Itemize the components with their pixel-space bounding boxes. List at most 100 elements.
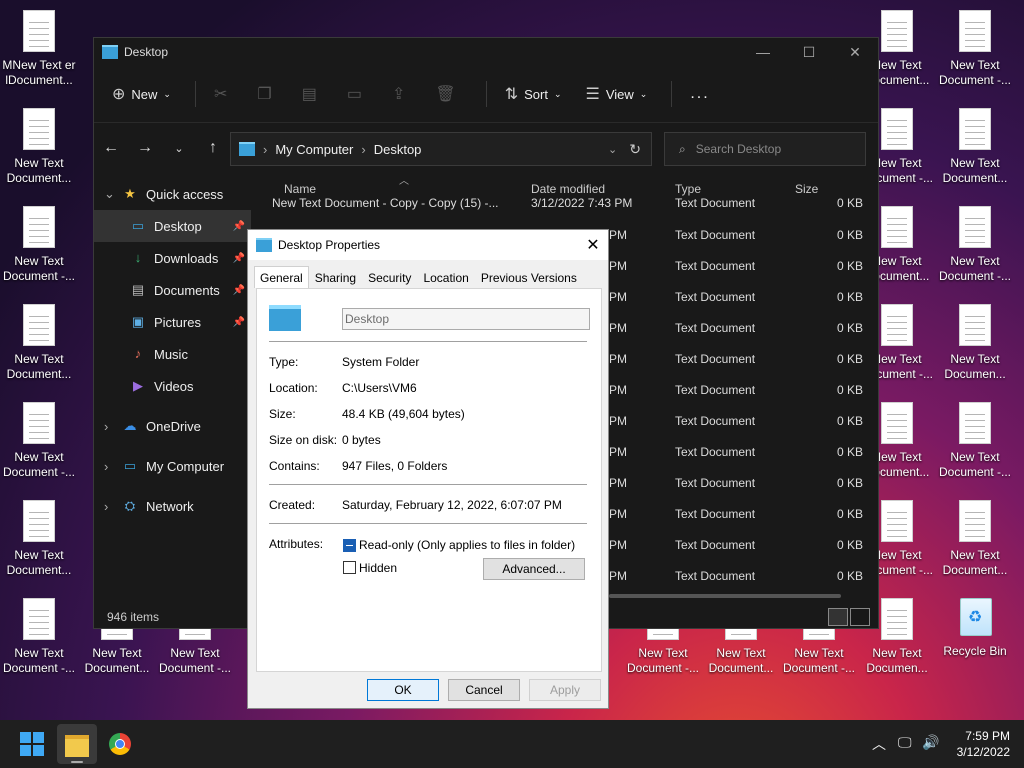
sidebar-item-desktop[interactable]: ▭ Desktop 📌 [94, 210, 251, 242]
dialog-close-button[interactable]: ✕ [578, 235, 608, 255]
desktop-file-icon[interactable]: New Text Document... [0, 304, 78, 382]
sidebar-item-music[interactable]: ♪ Music [94, 338, 251, 370]
start-button[interactable] [20, 732, 44, 756]
size-on-disk-label: Size on disk: [269, 433, 338, 447]
share-button[interactable]: ⇪ [392, 84, 411, 104]
table-row[interactable]: New Text Document - Copy - Copy (15) -..… [254, 198, 874, 212]
desktop-icon-label: New Text Document -... [2, 254, 76, 283]
pin-icon: 📌 [232, 316, 245, 328]
sidebar-item-label: My Computer [146, 458, 225, 474]
hidden-label: Hidden [359, 561, 398, 575]
sidebar-item-network[interactable]: › ⛭ Network [94, 490, 251, 522]
file-type: Text Document [675, 507, 756, 521]
tab-location[interactable]: Location [417, 266, 474, 288]
delete-button[interactable]: 🗑 [435, 84, 461, 104]
rename-button[interactable]: ▭ [347, 84, 368, 104]
address-bar[interactable]: › My Computer › Desktop ⌄ ↻ [230, 132, 652, 166]
chevron-right-icon[interactable]: › [104, 499, 122, 514]
desktop-file-icon[interactable]: New Text Document -... [936, 402, 1014, 480]
desktop-icon-label: New Text Document... [942, 548, 1008, 577]
sidebar-item-label: Music [154, 346, 188, 362]
paste-button[interactable]: ▤ [302, 84, 323, 104]
tab-security[interactable]: Security [362, 266, 417, 288]
sidebar-item-onedrive[interactable]: › ☁ OneDrive [94, 410, 251, 442]
folder-icon [102, 45, 118, 59]
desktop-file-icon[interactable]: New Text Document... [0, 108, 78, 186]
sidebar-item-videos[interactable]: ▶ Videos [94, 370, 251, 402]
desktop-file-icon[interactable]: New Text Document... [936, 500, 1014, 578]
tab-general[interactable]: General [254, 266, 309, 288]
file-size: 0 KB [837, 259, 864, 273]
advanced-button[interactable]: Advanced... [483, 558, 585, 580]
sidebar-item-documents[interactable]: ▤ Documents 📌 [94, 274, 251, 306]
sidebar-item-my-computer[interactable]: › ▭ My Computer [94, 450, 251, 482]
view-button[interactable]: ☰ View ⌄ [585, 84, 647, 104]
desktop-file-icon[interactable]: New Text Document -... [0, 206, 78, 284]
tab-previous-versions[interactable]: Previous Versions [475, 266, 583, 288]
recent-locations-button[interactable]: ⌄ [162, 142, 196, 155]
desktop-icon-label: New Text Document -... [626, 646, 700, 675]
desktop-file-icon[interactable]: New Text Document... [0, 500, 78, 578]
readonly-checkbox[interactable] [343, 539, 356, 552]
minimize-button[interactable]: — [740, 44, 786, 61]
address-dropdown[interactable]: ⌄ [608, 143, 617, 156]
text-document-icon [959, 206, 991, 248]
desktop-icon-label: New Text Document... [942, 156, 1008, 185]
desktop-file-icon[interactable]: New Text Document -... [936, 10, 1014, 88]
breadcrumb-my-computer[interactable]: My Computer [275, 142, 353, 157]
more-button[interactable]: ... [690, 85, 709, 103]
sort-button[interactable]: ⇅ Sort ⌄ [505, 84, 562, 104]
breadcrumb-desktop[interactable]: Desktop [374, 142, 422, 157]
tiles-view-button[interactable] [850, 608, 870, 626]
desktop-icon-label: New Text Document -... [2, 646, 76, 675]
cloud-icon: ☁ [123, 418, 137, 433]
folder-name-field[interactable]: Desktop [342, 308, 590, 330]
ok-button[interactable]: OK [367, 679, 439, 701]
desktop-file-icon[interactable]: New Text Document -... [936, 206, 1014, 284]
up-button[interactable]: ↑ [196, 139, 230, 157]
properties-dialog: Desktop Properties ✕ General Sharing Sec… [247, 229, 609, 709]
type-value: System Folder [342, 355, 420, 369]
back-button[interactable]: ← [94, 139, 128, 157]
hidden-checkbox[interactable] [343, 561, 356, 574]
desktop-file-icon[interactable]: New Text Document -... [0, 402, 78, 480]
chevron-right-icon[interactable]: › [104, 459, 122, 474]
clock[interactable]: 7:59 PM 3/12/2022 [957, 728, 1010, 760]
chevron-down-icon[interactable]: ⌄ [104, 186, 122, 202]
details-view-button[interactable] [828, 608, 848, 626]
desktop-file-icon[interactable]: New Text Document -... [0, 598, 78, 676]
file-explorer-taskbar-button[interactable] [57, 724, 97, 764]
network-icon[interactable]: 🖵 [898, 734, 912, 751]
copy-button[interactable]: ❐ [257, 84, 277, 104]
desktop-file-icon[interactable]: New Text Documen... [936, 304, 1014, 382]
recycle-bin-icon[interactable]: ♻ Recycle Bin [936, 598, 1014, 659]
maximize-button[interactable]: ☐ [786, 44, 832, 61]
forward-button[interactable]: → [128, 139, 162, 157]
text-document-icon [23, 500, 55, 542]
horizontal-scrollbar[interactable] [609, 594, 841, 598]
desktop-file-icon[interactable]: New Text Document... [936, 108, 1014, 186]
close-button[interactable]: ✕ [832, 44, 878, 61]
volume-icon[interactable]: 🔊 [922, 734, 939, 751]
desktop-icon-label: New Text Document... [6, 156, 72, 185]
file-type: Text Document [675, 569, 756, 583]
sidebar-item-downloads[interactable]: ↓ Downloads 📌 [94, 242, 251, 274]
new-button[interactable]: ⊕ New ⌄ [112, 84, 171, 104]
tab-sharing[interactable]: Sharing [309, 266, 362, 288]
cut-button[interactable]: ✂ [214, 84, 233, 104]
file-date: PM [609, 290, 627, 304]
apply-button[interactable]: Apply [529, 679, 601, 701]
search-input[interactable]: ⌕ Search Desktop [664, 132, 866, 166]
sidebar-item-label: Network [146, 498, 194, 514]
file-size: 0 KB [837, 321, 864, 335]
chevron-right-icon[interactable]: › [104, 419, 122, 434]
cancel-button[interactable]: Cancel [448, 679, 520, 701]
show-hidden-icons-button[interactable]: ︿ [872, 734, 886, 754]
chrome-taskbar-button[interactable] [100, 724, 140, 764]
sidebar-item-quick-access[interactable]: ⌄ ★ Quick access [94, 178, 251, 210]
file-type: Text Document [675, 352, 756, 366]
refresh-button[interactable]: ↻ [629, 141, 641, 158]
sidebar-item-pictures[interactable]: ▣ Pictures 📌 [94, 306, 251, 338]
desktop-file-icon[interactable]: MNew Text er lDocument... [0, 10, 78, 88]
file-type: Text Document [675, 259, 756, 273]
